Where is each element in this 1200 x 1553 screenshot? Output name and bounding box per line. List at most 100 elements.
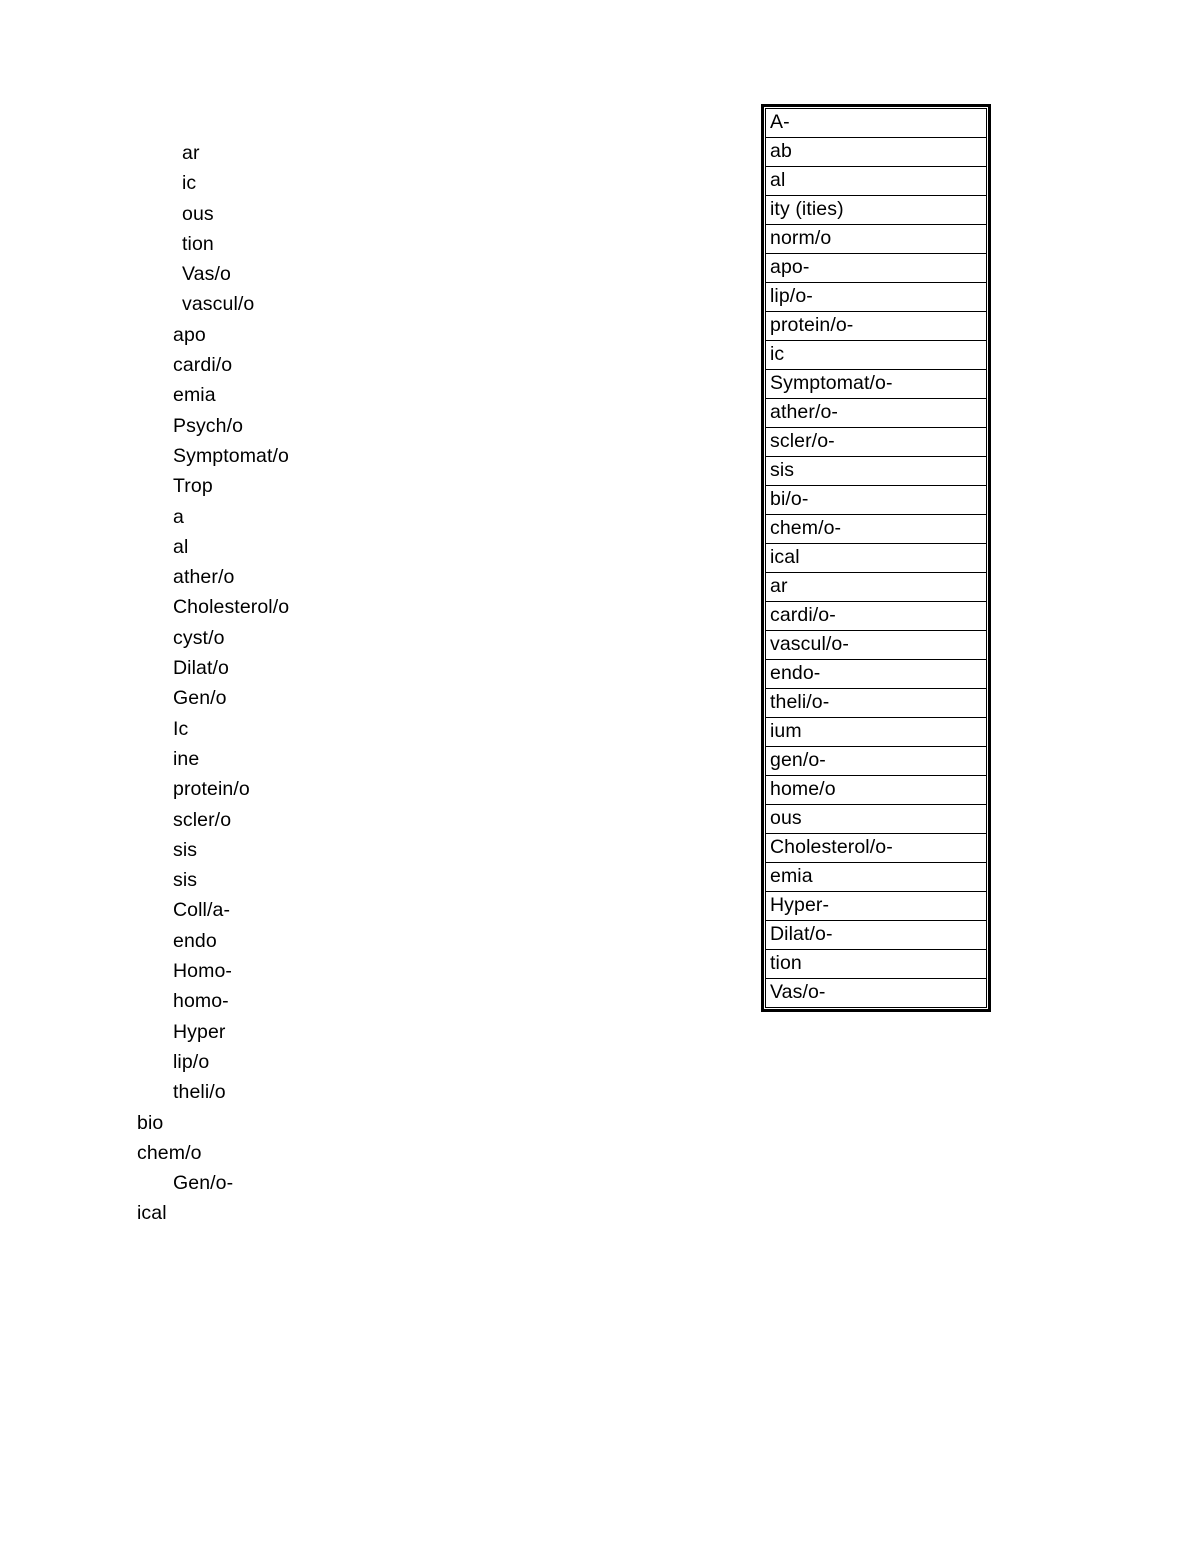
table-row: bi/o-: [765, 485, 987, 516]
document-page: ar ic ous tion Vas/o vascul/o apo cardi/o emia Ps…: [0, 0, 1200, 1553]
table-cell-text: ic: [770, 343, 785, 366]
table-row: ic: [765, 340, 987, 371]
table-cell-text: ab: [770, 140, 792, 163]
word-part-line: emia: [173, 384, 216, 407]
word-part-line: Vas/o: [182, 263, 231, 286]
table-cell-text: endo-: [770, 662, 821, 685]
word-part-line: Homo-: [173, 960, 233, 983]
word-part-line: ine: [173, 747, 200, 770]
table-cell-text: bi/o-: [770, 488, 809, 511]
word-part-line: Hyper: [173, 1020, 226, 1043]
word-part-line: Symptomat/o: [173, 444, 289, 467]
table-row: apo-: [765, 253, 987, 284]
table-cell-text: cardi/o-: [770, 604, 836, 627]
table-cell-text: ium: [770, 720, 802, 743]
table-row: scler/o-: [765, 427, 987, 458]
table-row: chem/o-: [765, 514, 987, 545]
table-row: protein/o-: [765, 311, 987, 342]
word-part-line: bio: [137, 1111, 164, 1134]
word-part-line: vascul/o: [182, 293, 255, 316]
table-cell-text: al: [770, 169, 786, 192]
table-cell-text: Hyper-: [770, 894, 830, 917]
word-part-line: ous: [182, 202, 214, 225]
word-part-line: homo-: [173, 990, 229, 1013]
table-row: Symptomat/o-: [765, 369, 987, 400]
table-cell-text: ical: [770, 546, 800, 569]
word-part-line: scler/o: [173, 808, 232, 831]
word-part-line: Psych/o: [173, 414, 244, 437]
table-cell-text: ous: [770, 807, 802, 830]
table-cell-text: scler/o-: [770, 430, 835, 453]
word-part-line: lip/o: [173, 1050, 210, 1073]
word-part-line: ical: [137, 1202, 167, 1225]
table-row: ather/o-: [765, 398, 987, 429]
table-cell-text: Dilat/o-: [770, 923, 833, 946]
word-part-line: Cholesterol/o: [173, 596, 290, 619]
table-cell-text: emia: [770, 865, 813, 888]
table-cell-text: A-: [770, 111, 790, 134]
table-row: endo-: [765, 659, 987, 690]
table-cell-text: ar: [770, 575, 788, 598]
table-row: ium: [765, 717, 987, 748]
table-cell-text: theli/o-: [770, 691, 830, 714]
table-cell-text: lip/o-: [770, 285, 813, 308]
table-cell-text: ather/o-: [770, 401, 839, 424]
table-cell-text: protein/o-: [770, 314, 854, 337]
word-part-line: ar: [182, 142, 200, 164]
table-cell-text: Cholesterol/o-: [770, 836, 893, 859]
table-cell-text: ity (ities): [770, 198, 844, 221]
table-cell-text: Symptomat/o-: [770, 372, 893, 395]
table-cell-text: norm/o: [770, 227, 832, 250]
word-part-line: tion: [182, 232, 214, 255]
word-part-table: A-ab al ity (ities) norm/o apo-lip/o-protein…: [761, 104, 991, 1013]
word-part-line: ic: [182, 172, 197, 195]
table-cell-text: apo-: [770, 256, 810, 279]
word-part-line: Trop: [173, 475, 213, 498]
word-part-line: sis: [173, 869, 198, 892]
table-cell-text: gen/o-: [770, 749, 826, 772]
table-row: ous: [765, 804, 987, 835]
word-part-line: theli/o: [173, 1081, 226, 1104]
table-row: Hyper-: [765, 891, 987, 922]
table-row: gen/o-: [765, 746, 987, 777]
word-part-line: Gen/o-: [173, 1172, 234, 1195]
word-part-line: chem/o: [137, 1141, 202, 1164]
word-part-line: ather/o: [173, 566, 235, 589]
word-part-line: cardi/o: [173, 354, 233, 377]
table-row: home/o: [765, 775, 987, 806]
word-part-line: endo: [173, 929, 217, 952]
word-part-line: Ic: [173, 717, 189, 740]
word-part-line: al: [173, 535, 189, 558]
table-row: A-: [765, 108, 987, 139]
table-row: sis: [765, 456, 987, 487]
table-row: Dilat/o-: [765, 920, 987, 951]
word-part-line: protein/o: [173, 778, 250, 801]
table-cell-text: tion: [770, 952, 802, 975]
table-row: ical: [765, 543, 987, 574]
table-row: ar: [765, 572, 987, 603]
table-row: al: [765, 166, 987, 197]
table-row: ity (ities): [765, 195, 987, 226]
table-row: lip/o-: [765, 282, 987, 313]
table-row: Cholesterol/o-: [765, 833, 987, 864]
word-part-line: Gen/o: [173, 687, 227, 710]
table-cell-text: vascul/o-: [770, 633, 849, 656]
word-part-line: apo: [173, 323, 206, 346]
table-cell-text: Vas/o-: [770, 981, 826, 1004]
table-row: cardi/o-: [765, 601, 987, 632]
table-row: emia: [765, 862, 987, 893]
table-row: norm/o: [765, 224, 987, 255]
table-row: ab: [765, 137, 987, 168]
table-cell-text: home/o: [770, 778, 836, 801]
word-part-line: a: [173, 505, 184, 528]
table-row: Vas/o-: [765, 978, 987, 1009]
table-row: vascul/o-: [765, 630, 987, 661]
table-row: theli/o-: [765, 688, 987, 719]
word-part-line: cyst/o: [173, 626, 225, 649]
word-part-line: Dilat/o: [173, 657, 229, 680]
table-cell-text: chem/o-: [770, 517, 842, 540]
word-part-line: sis: [173, 838, 198, 861]
table-cell-text: sis: [770, 459, 795, 482]
word-part-line: Coll/a-: [173, 899, 231, 922]
word-parts-list: ar ic ous tion Vas/o vascul/o apo cardi/o emia Ps…: [137, 138, 567, 1229]
